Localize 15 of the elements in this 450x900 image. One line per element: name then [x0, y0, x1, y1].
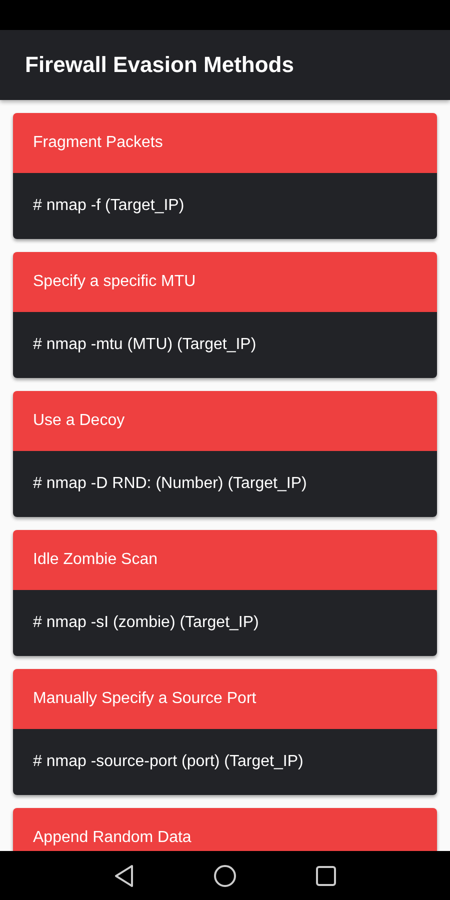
method-title: Use a Decoy: [33, 412, 125, 430]
command-text: # nmap -f (Target_IP): [33, 197, 184, 215]
command-text: # nmap -sI (zombie) (Target_IP): [33, 614, 259, 632]
method-title: Append Random Data: [33, 829, 192, 847]
command-text: # nmap -source-port (port) (Target_IP): [33, 753, 304, 771]
recents-icon[interactable]: [315, 864, 337, 886]
screen-title: Firewall Evasion Methods: [25, 52, 294, 78]
method-title: Specify a specific MTU: [33, 273, 196, 291]
command-text: # nmap -D RND: (Number) (Target_IP): [33, 475, 307, 493]
method-title: Fragment Packets: [33, 134, 163, 152]
home-icon[interactable]: [213, 864, 237, 888]
command-text: # nmap -mtu (MTU) (Target_IP): [33, 336, 256, 354]
method-title: Manually Specify a Source Port: [33, 690, 256, 708]
method-title: Idle Zombie Scan: [33, 551, 158, 569]
back-icon[interactable]: [113, 864, 135, 888]
